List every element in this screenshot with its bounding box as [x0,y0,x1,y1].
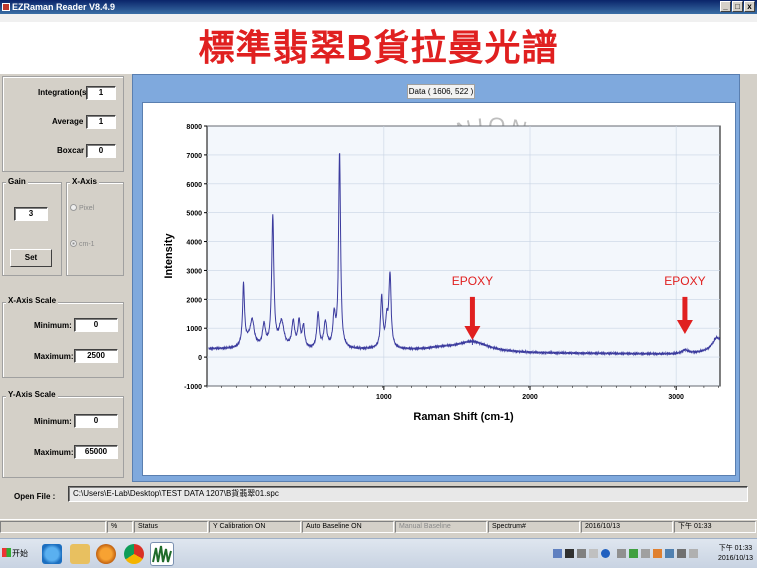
x-max-label: Maximum: [34,352,74,361]
pixel-radio-label: Pixel [79,205,95,212]
cm-radio[interactable]: cm-1 [70,240,95,248]
folder-icon[interactable] [70,544,90,564]
ie-browser-icon[interactable] [42,544,62,564]
data-readout: Data ( 1606, 522 ) [407,84,475,99]
chrome-icon[interactable] [124,544,144,564]
menu-bar [0,14,757,25]
x-axis-group [66,182,124,276]
y-min-label: Minimum: [34,417,72,426]
y-max-field[interactable]: 65000 [74,445,118,459]
y-axis-scale-title: Y-Axis Scale [6,390,58,399]
maximize-button[interactable]: □ [732,1,743,12]
plot-area [206,125,721,387]
x-tick-label: 2000 [522,394,538,401]
y-tick-label: 4000 [186,240,202,247]
boxcar-label: Boxcar [57,146,85,155]
y-tick-label: 6000 [186,182,202,189]
start-label: 开始 [12,549,28,558]
x-tick-label: 3000 [668,394,684,401]
y-tick-label: -1000 [184,384,202,391]
x-axis-title: X-Axis [70,177,99,186]
tray-extra-icon[interactable] [689,549,698,558]
gain-title: Gain [6,177,28,186]
minimize-button[interactable]: _ [720,1,731,12]
open-file-row: Open File : C:\Users\E-Lab\Desktop\TEST … [0,482,757,512]
y-min-field[interactable]: 0 [74,414,118,428]
y-tick-label: 0 [198,355,202,362]
tray-toggle-icon[interactable] [589,549,598,558]
app-window: EZRaman Reader V8.4.9 _ □ x 標準翡翠B貨拉曼光譜 I… [0,0,757,568]
average-field[interactable]: 1 [86,115,116,129]
tray-help-icon[interactable] [601,549,610,558]
windows-logo-icon [2,548,11,557]
status-y-calibration: Y Calibration ON [209,521,301,533]
status-label: Status [134,521,208,533]
tray-clock-date: 2016/10/13 [717,555,753,562]
tray-clock-time: 下午 01:33 [718,545,753,552]
pixel-radio[interactable]: Pixel [70,204,94,212]
app-icon [2,3,10,11]
tray-shield-icon[interactable] [629,549,638,558]
tray-clock[interactable]: 下午 01:33 2016/10/13 [718,544,753,564]
status-spectrum: Spectrum# [488,521,580,533]
tray-ime-icon[interactable] [565,549,574,558]
settings-panel: Integration(s) 1 Average 1 Boxcar 0 Gain… [0,74,130,482]
epoxy-annotation-label: EPOXY [452,274,493,288]
x-min-field[interactable]: 0 [74,318,118,332]
chart-grid [206,125,721,387]
status-percent: % [107,521,133,533]
tray-network-icon[interactable] [641,549,650,558]
y-axis-scale-group [2,396,124,478]
tray-monitor-icon[interactable] [665,549,674,558]
title-bar: EZRaman Reader V8.4.9 _ □ x [0,0,757,14]
tray-volume-icon[interactable] [677,549,686,558]
y-tick-label: 8000 [186,124,202,131]
open-file-label: Open File : [14,492,56,501]
y-max-label: Maximum: [34,448,74,457]
status-cell-blank [0,521,106,533]
y-tick-label: 2000 [186,297,202,304]
integration-label: Integration(s) [38,88,90,97]
close-button[interactable]: x [744,1,755,12]
status-date: 2016/10/13 [581,521,673,533]
spectrum-title-banner: 標準翡翠B貨拉曼光譜 [0,22,757,74]
x-tick-label: 1000 [376,394,392,401]
x-max-field[interactable]: 2500 [74,349,118,363]
tray-keyboard-icon[interactable] [553,549,562,558]
boxcar-field[interactable]: 0 [86,144,116,158]
x-axis-label: Raman Shift (cm-1) [413,411,514,423]
set-button[interactable]: Set [10,249,52,267]
epoxy-annotation-label: EPOXY [664,274,705,288]
y-tick-label: 7000 [186,153,202,160]
tray-settings-icon[interactable] [617,549,626,558]
tray-flag-icon[interactable] [653,549,662,558]
window-title: EZRaman Reader V8.4.9 [12,2,116,12]
media-player-icon[interactable] [96,544,116,564]
average-label: Average [52,117,84,126]
y-tick-label: 1000 [186,326,202,333]
integration-field[interactable]: 1 [86,86,116,100]
y-axis-label: Intensity [163,233,175,279]
open-file-path[interactable]: C:\Users\E-Lab\Desktop\TEST DATA 1207\B貨… [68,486,748,502]
cm-radio-label: cm-1 [79,241,95,248]
ezraman-task-icon[interactable] [150,542,174,566]
raman-spectrum-chart[interactable]: TAIWAN UNION LAB OF GEM RESEARCHTULAB -1… [142,102,736,476]
y-tick-label: 5000 [186,211,202,218]
gain-field[interactable]: 3 [14,207,48,221]
tray-input-icon[interactable] [577,549,586,558]
status-manual-baseline: Manual Baseline [395,521,487,533]
status-time: 下午 01:33 [674,521,756,533]
status-bar: % Status Y Calibration ON Auto Baseline … [0,519,757,533]
start-button[interactable]: 开始 [2,544,32,564]
taskbar: 开始 下午 01:33 2016/10/13 [0,538,757,568]
x-axis-scale-title: X-Axis Scale [6,296,59,305]
x-axis-scale-group [2,302,124,378]
x-min-label: Minimum: [34,321,72,330]
status-auto-baseline: Auto Baseline ON [302,521,394,533]
y-tick-label: 3000 [186,268,202,275]
